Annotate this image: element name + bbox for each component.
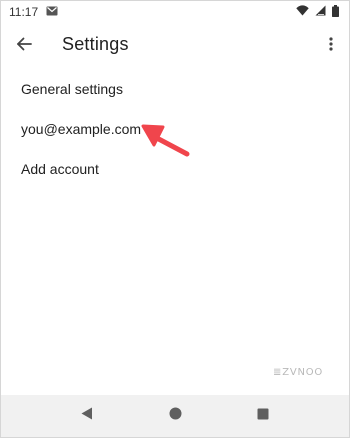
nav-recents-button[interactable]	[248, 401, 278, 431]
nav-recents-icon	[257, 407, 269, 425]
status-time: 11:17	[9, 5, 39, 19]
arrow-back-icon	[15, 35, 33, 58]
back-button[interactable]	[11, 33, 37, 59]
signal-icon	[315, 5, 326, 19]
navigation-bar	[1, 395, 349, 437]
more-vert-icon	[329, 36, 333, 56]
wifi-icon	[296, 5, 309, 19]
nav-home-icon	[169, 407, 182, 425]
watermark-logo: ≣ZVNOO	[273, 367, 323, 378]
annotation-arrow-icon	[137, 114, 193, 165]
nav-back-icon	[81, 407, 93, 425]
battery-icon	[332, 4, 339, 20]
status-left: 11:17	[9, 5, 58, 19]
phone-screen: 11:17 Settings General settings you@exam…	[0, 0, 350, 438]
app-bar: Settings	[1, 23, 349, 69]
status-right	[296, 4, 339, 20]
page-title: Settings	[62, 34, 129, 54]
watermark-mark-icon: ≣	[273, 367, 283, 378]
watermark-text: ZVNOO	[282, 367, 324, 378]
overflow-menu-button[interactable]	[321, 34, 341, 58]
nav-home-button[interactable]	[160, 401, 190, 431]
status-bar: 11:17	[1, 1, 349, 23]
gmail-icon	[46, 5, 58, 19]
nav-back-button[interactable]	[72, 401, 102, 431]
general-settings-item[interactable]: General settings	[1, 69, 349, 109]
